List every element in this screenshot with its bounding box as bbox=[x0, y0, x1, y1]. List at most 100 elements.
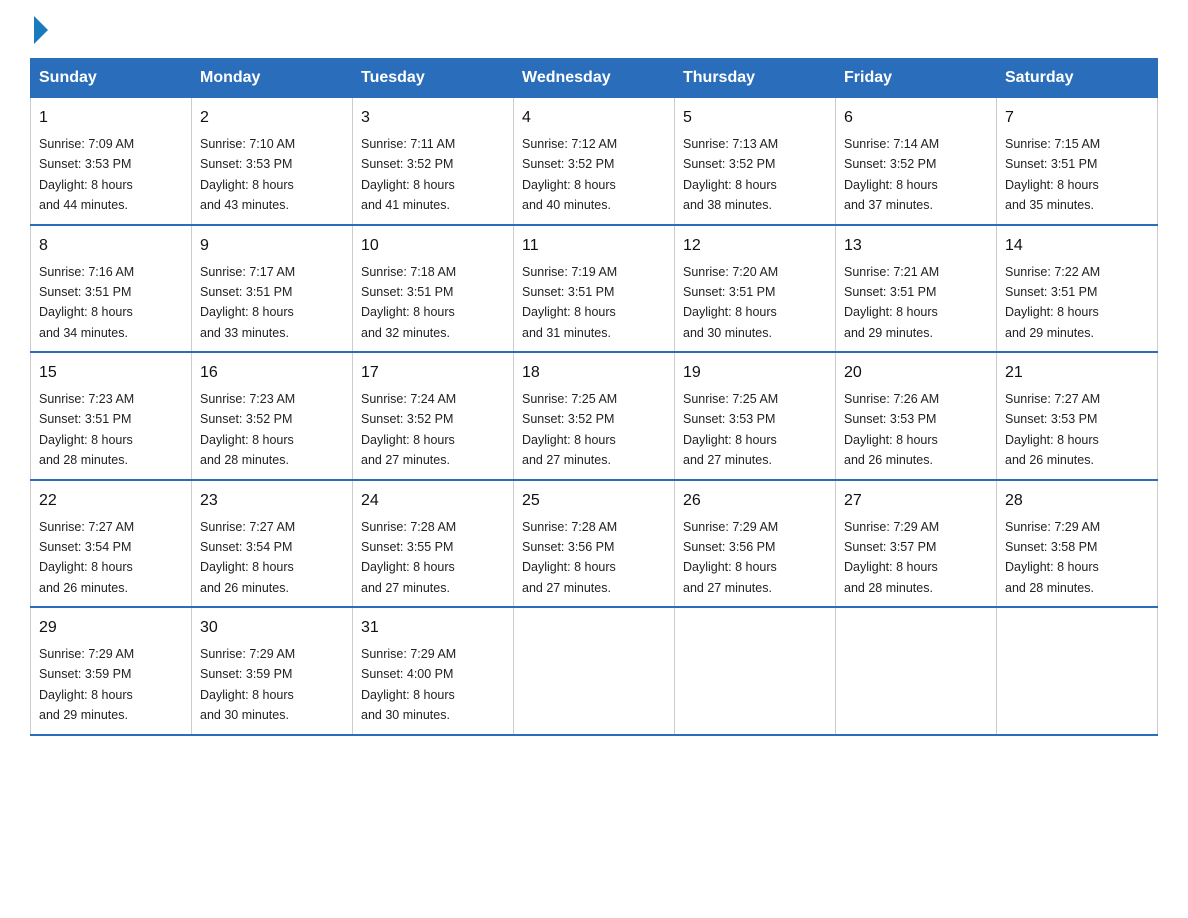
calendar-day-cell: 23 Sunrise: 7:27 AMSunset: 3:54 PMDaylig… bbox=[192, 480, 353, 608]
day-number: 2 bbox=[200, 106, 344, 130]
day-number: 21 bbox=[1005, 361, 1149, 385]
header-wednesday: Wednesday bbox=[514, 59, 675, 98]
calendar-day-cell: 29 Sunrise: 7:29 AMSunset: 3:59 PMDaylig… bbox=[31, 607, 192, 735]
header-saturday: Saturday bbox=[997, 59, 1158, 98]
calendar-empty-cell bbox=[514, 607, 675, 735]
day-number: 28 bbox=[1005, 489, 1149, 513]
calendar-day-cell: 30 Sunrise: 7:29 AMSunset: 3:59 PMDaylig… bbox=[192, 607, 353, 735]
calendar-week-row: 1 Sunrise: 7:09 AMSunset: 3:53 PMDayligh… bbox=[31, 98, 1158, 225]
header-thursday: Thursday bbox=[675, 59, 836, 98]
calendar-week-row: 29 Sunrise: 7:29 AMSunset: 3:59 PMDaylig… bbox=[31, 607, 1158, 735]
calendar-day-cell: 3 Sunrise: 7:11 AMSunset: 3:52 PMDayligh… bbox=[353, 98, 514, 225]
day-number: 26 bbox=[683, 489, 827, 513]
calendar-day-cell: 19 Sunrise: 7:25 AMSunset: 3:53 PMDaylig… bbox=[675, 352, 836, 480]
day-info: Sunrise: 7:27 AMSunset: 3:54 PMDaylight:… bbox=[39, 520, 134, 595]
day-number: 20 bbox=[844, 361, 988, 385]
calendar-day-cell: 24 Sunrise: 7:28 AMSunset: 3:55 PMDaylig… bbox=[353, 480, 514, 608]
day-info: Sunrise: 7:23 AMSunset: 3:52 PMDaylight:… bbox=[200, 392, 295, 467]
day-number: 9 bbox=[200, 234, 344, 258]
calendar-empty-cell bbox=[997, 607, 1158, 735]
day-info: Sunrise: 7:20 AMSunset: 3:51 PMDaylight:… bbox=[683, 265, 778, 340]
logo-arrow-icon bbox=[34, 16, 48, 44]
day-info: Sunrise: 7:13 AMSunset: 3:52 PMDaylight:… bbox=[683, 137, 778, 212]
day-info: Sunrise: 7:27 AMSunset: 3:54 PMDaylight:… bbox=[200, 520, 295, 595]
day-number: 15 bbox=[39, 361, 183, 385]
calendar-day-cell: 8 Sunrise: 7:16 AMSunset: 3:51 PMDayligh… bbox=[31, 225, 192, 353]
day-number: 23 bbox=[200, 489, 344, 513]
calendar-table: SundayMondayTuesdayWednesdayThursdayFrid… bbox=[30, 58, 1158, 736]
calendar-day-cell: 9 Sunrise: 7:17 AMSunset: 3:51 PMDayligh… bbox=[192, 225, 353, 353]
day-info: Sunrise: 7:09 AMSunset: 3:53 PMDaylight:… bbox=[39, 137, 134, 212]
day-number: 14 bbox=[1005, 234, 1149, 258]
day-info: Sunrise: 7:17 AMSunset: 3:51 PMDaylight:… bbox=[200, 265, 295, 340]
day-info: Sunrise: 7:23 AMSunset: 3:51 PMDaylight:… bbox=[39, 392, 134, 467]
day-info: Sunrise: 7:29 AMSunset: 3:56 PMDaylight:… bbox=[683, 520, 778, 595]
calendar-day-cell: 7 Sunrise: 7:15 AMSunset: 3:51 PMDayligh… bbox=[997, 98, 1158, 225]
day-number: 16 bbox=[200, 361, 344, 385]
day-info: Sunrise: 7:29 AMSunset: 4:00 PMDaylight:… bbox=[361, 647, 456, 722]
day-info: Sunrise: 7:25 AMSunset: 3:52 PMDaylight:… bbox=[522, 392, 617, 467]
day-number: 4 bbox=[522, 106, 666, 130]
calendar-week-row: 8 Sunrise: 7:16 AMSunset: 3:51 PMDayligh… bbox=[31, 225, 1158, 353]
day-number: 1 bbox=[39, 106, 183, 130]
day-number: 31 bbox=[361, 616, 505, 640]
day-info: Sunrise: 7:28 AMSunset: 3:56 PMDaylight:… bbox=[522, 520, 617, 595]
day-number: 30 bbox=[200, 616, 344, 640]
day-number: 19 bbox=[683, 361, 827, 385]
day-number: 27 bbox=[844, 489, 988, 513]
day-info: Sunrise: 7:29 AMSunset: 3:59 PMDaylight:… bbox=[39, 647, 134, 722]
day-number: 18 bbox=[522, 361, 666, 385]
day-info: Sunrise: 7:25 AMSunset: 3:53 PMDaylight:… bbox=[683, 392, 778, 467]
day-number: 29 bbox=[39, 616, 183, 640]
day-number: 6 bbox=[844, 106, 988, 130]
day-info: Sunrise: 7:22 AMSunset: 3:51 PMDaylight:… bbox=[1005, 265, 1100, 340]
header-friday: Friday bbox=[836, 59, 997, 98]
header-sunday: Sunday bbox=[31, 59, 192, 98]
day-info: Sunrise: 7:24 AMSunset: 3:52 PMDaylight:… bbox=[361, 392, 456, 467]
day-number: 7 bbox=[1005, 106, 1149, 130]
day-info: Sunrise: 7:14 AMSunset: 3:52 PMDaylight:… bbox=[844, 137, 939, 212]
day-number: 22 bbox=[39, 489, 183, 513]
day-number: 17 bbox=[361, 361, 505, 385]
calendar-day-cell: 15 Sunrise: 7:23 AMSunset: 3:51 PMDaylig… bbox=[31, 352, 192, 480]
day-number: 13 bbox=[844, 234, 988, 258]
day-number: 24 bbox=[361, 489, 505, 513]
day-info: Sunrise: 7:19 AMSunset: 3:51 PMDaylight:… bbox=[522, 265, 617, 340]
day-info: Sunrise: 7:11 AMSunset: 3:52 PMDaylight:… bbox=[361, 137, 455, 212]
header-tuesday: Tuesday bbox=[353, 59, 514, 98]
calendar-day-cell: 21 Sunrise: 7:27 AMSunset: 3:53 PMDaylig… bbox=[997, 352, 1158, 480]
day-info: Sunrise: 7:10 AMSunset: 3:53 PMDaylight:… bbox=[200, 137, 295, 212]
calendar-day-cell: 5 Sunrise: 7:13 AMSunset: 3:52 PMDayligh… bbox=[675, 98, 836, 225]
day-number: 11 bbox=[522, 234, 666, 258]
calendar-empty-cell bbox=[675, 607, 836, 735]
day-info: Sunrise: 7:28 AMSunset: 3:55 PMDaylight:… bbox=[361, 520, 456, 595]
calendar-day-cell: 12 Sunrise: 7:20 AMSunset: 3:51 PMDaylig… bbox=[675, 225, 836, 353]
calendar-day-cell: 2 Sunrise: 7:10 AMSunset: 3:53 PMDayligh… bbox=[192, 98, 353, 225]
calendar-day-cell: 6 Sunrise: 7:14 AMSunset: 3:52 PMDayligh… bbox=[836, 98, 997, 225]
calendar-day-cell: 17 Sunrise: 7:24 AMSunset: 3:52 PMDaylig… bbox=[353, 352, 514, 480]
day-info: Sunrise: 7:29 AMSunset: 3:57 PMDaylight:… bbox=[844, 520, 939, 595]
calendar-day-cell: 13 Sunrise: 7:21 AMSunset: 3:51 PMDaylig… bbox=[836, 225, 997, 353]
calendar-day-cell: 31 Sunrise: 7:29 AMSunset: 4:00 PMDaylig… bbox=[353, 607, 514, 735]
day-number: 25 bbox=[522, 489, 666, 513]
calendar-day-cell: 28 Sunrise: 7:29 AMSunset: 3:58 PMDaylig… bbox=[997, 480, 1158, 608]
day-number: 3 bbox=[361, 106, 505, 130]
calendar-day-cell: 4 Sunrise: 7:12 AMSunset: 3:52 PMDayligh… bbox=[514, 98, 675, 225]
calendar-day-cell: 11 Sunrise: 7:19 AMSunset: 3:51 PMDaylig… bbox=[514, 225, 675, 353]
day-info: Sunrise: 7:21 AMSunset: 3:51 PMDaylight:… bbox=[844, 265, 939, 340]
day-number: 10 bbox=[361, 234, 505, 258]
day-info: Sunrise: 7:12 AMSunset: 3:52 PMDaylight:… bbox=[522, 137, 617, 212]
calendar-week-row: 15 Sunrise: 7:23 AMSunset: 3:51 PMDaylig… bbox=[31, 352, 1158, 480]
calendar-day-cell: 25 Sunrise: 7:28 AMSunset: 3:56 PMDaylig… bbox=[514, 480, 675, 608]
calendar-day-cell: 22 Sunrise: 7:27 AMSunset: 3:54 PMDaylig… bbox=[31, 480, 192, 608]
calendar-empty-cell bbox=[836, 607, 997, 735]
calendar-day-cell: 1 Sunrise: 7:09 AMSunset: 3:53 PMDayligh… bbox=[31, 98, 192, 225]
calendar-day-cell: 14 Sunrise: 7:22 AMSunset: 3:51 PMDaylig… bbox=[997, 225, 1158, 353]
calendar-day-cell: 10 Sunrise: 7:18 AMSunset: 3:51 PMDaylig… bbox=[353, 225, 514, 353]
day-info: Sunrise: 7:26 AMSunset: 3:53 PMDaylight:… bbox=[844, 392, 939, 467]
day-info: Sunrise: 7:15 AMSunset: 3:51 PMDaylight:… bbox=[1005, 137, 1100, 212]
day-info: Sunrise: 7:29 AMSunset: 3:59 PMDaylight:… bbox=[200, 647, 295, 722]
day-number: 12 bbox=[683, 234, 827, 258]
calendar-day-cell: 20 Sunrise: 7:26 AMSunset: 3:53 PMDaylig… bbox=[836, 352, 997, 480]
calendar-day-cell: 16 Sunrise: 7:23 AMSunset: 3:52 PMDaylig… bbox=[192, 352, 353, 480]
